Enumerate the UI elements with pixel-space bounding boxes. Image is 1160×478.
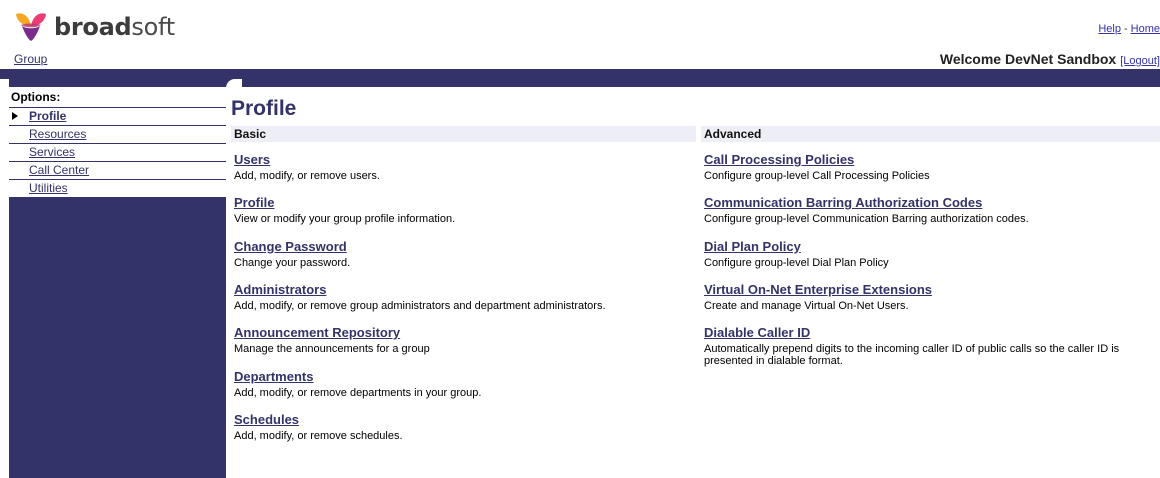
options-panel: Options: Profile Resources Services Call… bbox=[9, 87, 226, 198]
options-title: Options: bbox=[11, 90, 61, 104]
item-description: Configure group-level Communication Barr… bbox=[704, 213, 1029, 225]
broadsoft-logo: broadsoft bbox=[14, 11, 175, 43]
broadsoft-logo-icon bbox=[16, 13, 46, 41]
home-link[interactable]: Home bbox=[1131, 23, 1160, 35]
welcome-message: Welcome DevNet Sandbox [Logout] bbox=[940, 51, 1160, 67]
sidebar-item-services[interactable]: Services bbox=[9, 143, 226, 161]
advanced-item-communication-barring: Communication Barring Authorization Code… bbox=[704, 195, 1149, 225]
basic-item-profile: Profile View or modify your group profil… bbox=[234, 195, 694, 225]
content-top-border bbox=[226, 79, 1160, 87]
link-separator: - bbox=[1123, 23, 1128, 35]
broadsoft-wordmark: broadsoft bbox=[54, 13, 175, 41]
sidebar-item-call-center[interactable]: Call Center bbox=[9, 161, 226, 179]
item-description: Create and manage Virtual On-Net Users. bbox=[704, 300, 909, 312]
item-description: Configure group-level Call Processing Po… bbox=[704, 170, 930, 182]
sidebar-item-profile[interactable]: Profile bbox=[9, 107, 226, 125]
dialable-caller-id-link[interactable]: Dialable Caller ID bbox=[704, 325, 1149, 340]
item-description: Add, modify, or remove users. bbox=[234, 170, 380, 182]
sidebar-item-label[interactable]: Call Center bbox=[29, 163, 89, 177]
advanced-item-virtual-on-net: Virtual On-Net Enterprise Extensions Cre… bbox=[704, 282, 1149, 312]
current-arrow-icon bbox=[12, 112, 18, 120]
item-description: Add, modify, or remove group administrat… bbox=[234, 300, 606, 312]
sidebar-item-utilities[interactable]: Utilities bbox=[9, 179, 226, 197]
users-link[interactable]: Users bbox=[234, 152, 694, 167]
top-links: Help - Home bbox=[1098, 23, 1160, 35]
sidebar-item-resources[interactable]: Resources bbox=[9, 125, 226, 143]
page-title: Profile bbox=[231, 97, 297, 120]
administrators-link[interactable]: Administrators bbox=[234, 282, 694, 297]
change-password-link[interactable]: Change Password bbox=[234, 239, 694, 254]
announcement-repository-link[interactable]: Announcement Repository bbox=[234, 325, 694, 340]
basic-item-change-password: Change Password Change your password. bbox=[234, 239, 694, 269]
basic-section-header: Basic bbox=[231, 126, 696, 142]
sidebar: Options: Profile Resources Services Call… bbox=[9, 79, 226, 478]
sidebar-item-label[interactable]: Profile bbox=[29, 109, 66, 123]
welcome-text: Welcome DevNet Sandbox bbox=[939, 51, 1117, 67]
dial-plan-policy-link[interactable]: Dial Plan Policy bbox=[704, 239, 1149, 254]
item-description: Configure group-level Dial Plan Policy bbox=[704, 257, 889, 269]
group-breadcrumb-link[interactable]: Group bbox=[14, 52, 47, 66]
item-description: Automatically prepend digits to the inco… bbox=[704, 343, 1120, 367]
sidebar-item-label[interactable]: Services bbox=[29, 145, 75, 159]
advanced-item-dial-plan-policy: Dial Plan Policy Configure group-level D… bbox=[704, 239, 1149, 269]
options-list: Profile Resources Services Call Center U… bbox=[9, 107, 226, 197]
profile-link[interactable]: Profile bbox=[234, 195, 694, 210]
advanced-item-call-processing-policies: Call Processing Policies Configure group… bbox=[704, 152, 1149, 182]
advanced-section-header: Advanced bbox=[701, 126, 1160, 142]
basic-item-departments: Departments Add, modify, or remove depar… bbox=[234, 369, 694, 399]
virtual-on-net-link[interactable]: Virtual On-Net Enterprise Extensions bbox=[704, 282, 1149, 297]
sidebar-item-label[interactable]: Utilities bbox=[29, 181, 68, 195]
help-link[interactable]: Help bbox=[1098, 23, 1121, 35]
item-description: Add, modify, or remove schedules. bbox=[234, 430, 403, 442]
basic-item-users: Users Add, modify, or remove users. bbox=[234, 152, 694, 182]
advanced-item-dialable-caller-id: Dialable Caller ID Automatically prepend… bbox=[704, 325, 1149, 367]
logout-link[interactable]: [Logout] bbox=[1120, 55, 1160, 67]
item-description: Add, modify, or remove departments in yo… bbox=[234, 387, 482, 399]
basic-item-schedules: Schedules Add, modify, or remove schedul… bbox=[234, 412, 694, 442]
item-description: Manage the announcements for a group bbox=[234, 343, 430, 355]
communication-barring-link[interactable]: Communication Barring Authorization Code… bbox=[704, 195, 1149, 210]
departments-link[interactable]: Departments bbox=[234, 369, 694, 384]
schedules-link[interactable]: Schedules bbox=[234, 412, 694, 427]
item-description: View or modify your group profile inform… bbox=[234, 213, 456, 225]
content-corner bbox=[226, 79, 242, 95]
header-bar bbox=[0, 69, 1160, 79]
basic-item-announcement-repository: Announcement Repository Manage the annou… bbox=[234, 325, 694, 355]
call-processing-policies-link[interactable]: Call Processing Policies bbox=[704, 152, 1149, 167]
sidebar-item-label[interactable]: Resources bbox=[29, 127, 86, 141]
basic-item-administrators: Administrators Add, modify, or remove gr… bbox=[234, 282, 694, 312]
item-description: Change your password. bbox=[234, 257, 351, 269]
